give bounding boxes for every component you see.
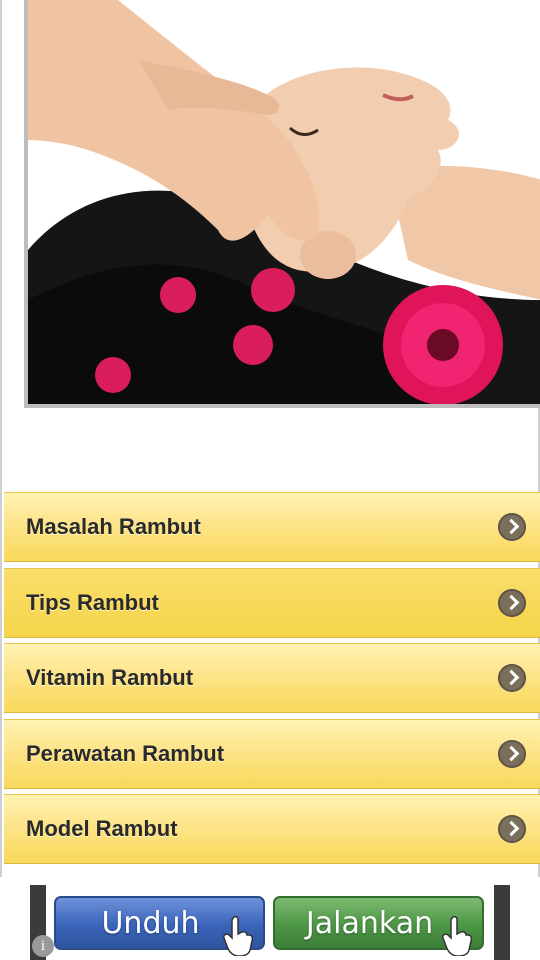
menu-item-label: Perawatan Rambut (26, 741, 225, 766)
hero-spa-image (24, 0, 540, 408)
chevron-right-icon (498, 815, 526, 843)
chevron-right-icon (498, 513, 526, 541)
menu-item-label: Vitamin Rambut (26, 665, 194, 690)
chevron-right-icon (498, 740, 526, 768)
menu-item-label: Tips Rambut (26, 590, 159, 615)
menu-item-vitamin-rambut[interactable]: Vitamin Rambut (4, 643, 540, 713)
chevron-right-icon (498, 664, 526, 692)
menu-item-label: Model Rambut (26, 816, 178, 841)
menu-list: Masalah Rambut Tips Rambut Vitamin Rambu… (0, 490, 540, 877)
app-screen: Masalah Rambut Tips Rambut Vitamin Rambu… (0, 0, 540, 960)
hand-pointer-icon (223, 916, 253, 956)
menu-item-label: Masalah Rambut (26, 514, 201, 539)
hero-section (0, 0, 540, 490)
hand-pointer-icon (442, 916, 472, 956)
chevron-right-icon (498, 589, 526, 617)
run-button[interactable]: Jalankan (273, 896, 484, 956)
menu-item-masalah-rambut[interactable]: Masalah Rambut (4, 492, 540, 562)
menu-item-model-rambut[interactable]: Model Rambut (4, 794, 540, 864)
download-button[interactable]: Unduh (54, 896, 265, 956)
info-icon[interactable]: i (32, 935, 54, 957)
menu-item-perawatan-rambut[interactable]: Perawatan Rambut (4, 719, 540, 789)
menu-item-tips-rambut[interactable]: Tips Rambut (4, 568, 540, 638)
